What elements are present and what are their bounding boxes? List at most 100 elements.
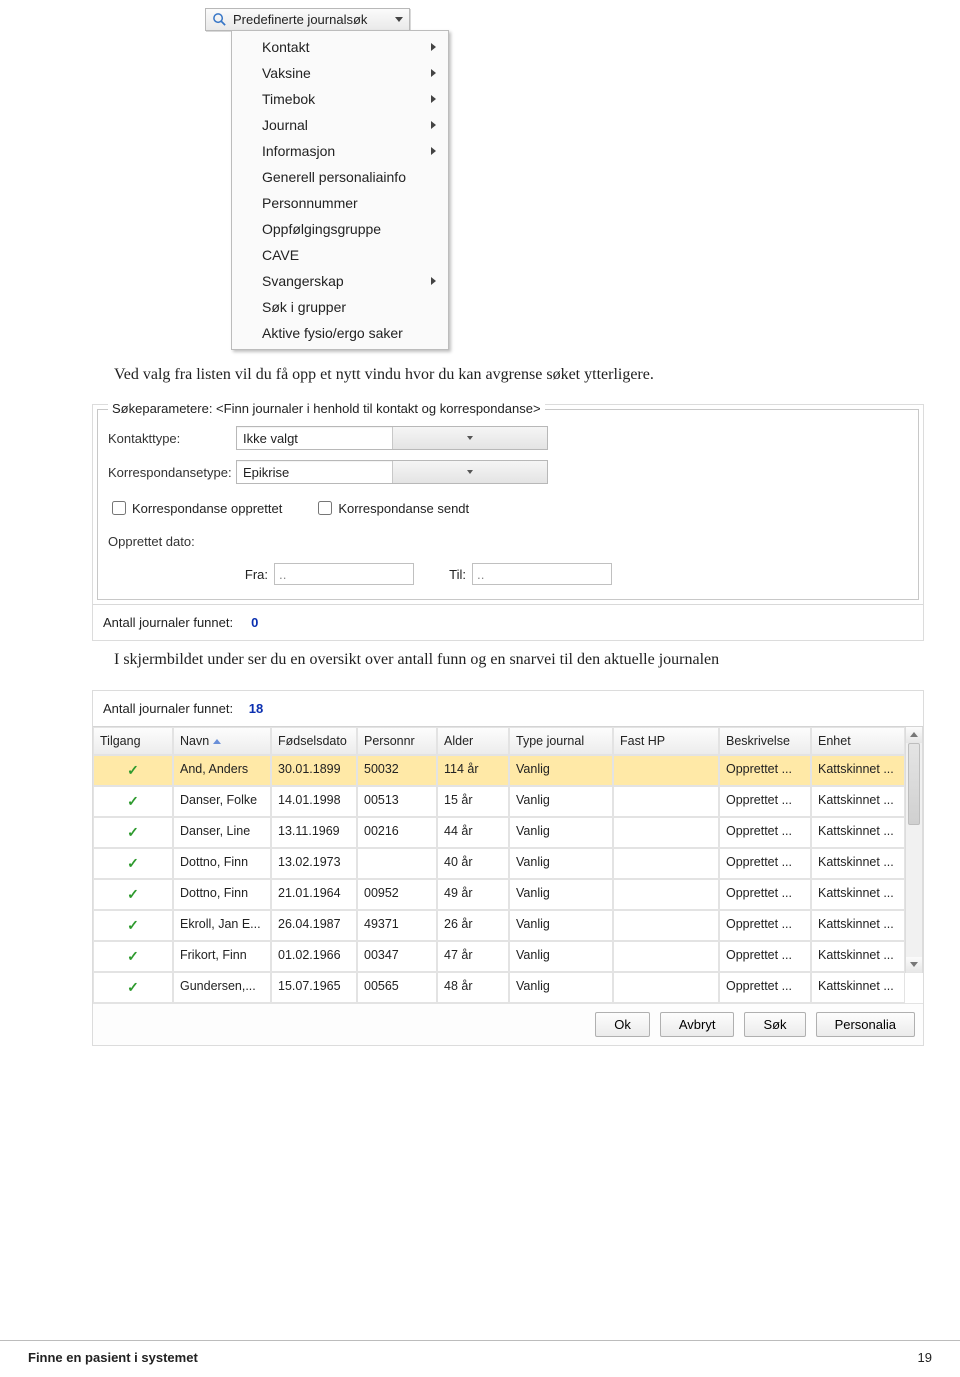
table-cell[interactable]: Ekroll, Jan E... (173, 910, 271, 941)
table-cell[interactable] (613, 972, 719, 1003)
access-check-icon[interactable]: ✓ (93, 910, 173, 941)
personalia-button[interactable]: Personalia (816, 1012, 915, 1037)
vertical-scrollbar[interactable] (905, 727, 923, 973)
table-cell[interactable]: 21.01.1964 (271, 879, 357, 910)
menu-item[interactable]: Kontakt (234, 34, 446, 60)
table-cell[interactable]: 13.02.1973 (271, 848, 357, 879)
table-cell[interactable]: 47 år (437, 941, 509, 972)
table-cell[interactable]: Frikort, Finn (173, 941, 271, 972)
table-cell[interactable]: Opprettet ... (719, 941, 811, 972)
table-cell[interactable]: Kattskinnet ... (811, 879, 905, 910)
menu-item[interactable]: Svangerskap (234, 268, 446, 294)
menu-item[interactable]: Aktive fysio/ergo saker (234, 320, 446, 346)
column-header[interactable]: Navn (173, 727, 271, 755)
table-cell[interactable]: Opprettet ... (719, 848, 811, 879)
table-cell[interactable]: Dottno, Finn (173, 848, 271, 879)
table-cell[interactable]: Kattskinnet ... (811, 941, 905, 972)
cancel-button[interactable]: Avbryt (660, 1012, 735, 1037)
scroll-up-icon[interactable] (906, 727, 922, 743)
table-cell[interactable]: Kattskinnet ... (811, 910, 905, 941)
table-cell[interactable]: 50032 (357, 755, 437, 786)
table-cell[interactable]: 44 år (437, 817, 509, 848)
checkbox-input[interactable] (318, 501, 332, 515)
menu-item[interactable]: Informasjon (234, 138, 446, 164)
table-cell[interactable]: Opprettet ... (719, 755, 811, 786)
table-cell[interactable]: Danser, Folke (173, 786, 271, 817)
menu-item[interactable]: Personnummer (234, 190, 446, 216)
table-cell[interactable]: Dottno, Finn (173, 879, 271, 910)
table-cell[interactable]: 00216 (357, 817, 437, 848)
korrespondansetype-select[interactable]: Epikrise (236, 460, 548, 484)
table-cell[interactable]: 48 år (437, 972, 509, 1003)
table-cell[interactable]: Kattskinnet ... (811, 817, 905, 848)
scroll-down-icon[interactable] (906, 957, 922, 973)
table-cell[interactable]: And, Anders (173, 755, 271, 786)
column-header[interactable]: Type journal (509, 727, 613, 755)
column-header[interactable]: Fødselsdato (271, 727, 357, 755)
table-cell[interactable]: Kattskinnet ... (811, 786, 905, 817)
kontakttype-select[interactable]: Ikke valgt (236, 426, 548, 450)
table-cell[interactable]: 49371 (357, 910, 437, 941)
menu-item[interactable]: Søk i grupper (234, 294, 446, 320)
table-cell[interactable]: Vanlig (509, 786, 613, 817)
table-cell[interactable] (613, 817, 719, 848)
checkbox-input[interactable] (112, 501, 126, 515)
table-cell[interactable] (613, 910, 719, 941)
table-cell[interactable] (613, 848, 719, 879)
table-cell[interactable]: 00952 (357, 879, 437, 910)
table-cell[interactable]: Vanlig (509, 848, 613, 879)
table-cell[interactable]: Vanlig (509, 910, 613, 941)
column-header[interactable]: Beskrivelse (719, 727, 811, 755)
menu-item[interactable]: Oppfølgingsgruppe (234, 216, 446, 242)
ok-button[interactable]: Ok (595, 1012, 650, 1037)
table-cell[interactable]: Vanlig (509, 755, 613, 786)
table-cell[interactable]: Opprettet ... (719, 817, 811, 848)
access-check-icon[interactable]: ✓ (93, 879, 173, 910)
table-cell[interactable]: 26 år (437, 910, 509, 941)
table-cell[interactable]: 49 år (437, 879, 509, 910)
table-cell[interactable]: 14.01.1998 (271, 786, 357, 817)
table-cell[interactable]: Vanlig (509, 941, 613, 972)
access-check-icon[interactable]: ✓ (93, 786, 173, 817)
table-cell[interactable]: 15.07.1965 (271, 972, 357, 1003)
menu-item[interactable]: Generell personaliainfo (234, 164, 446, 190)
column-header[interactable]: Personnr (357, 727, 437, 755)
table-cell[interactable]: Gundersen,... (173, 972, 271, 1003)
checkbox-korrespondanse-sendt[interactable]: Korrespondanse sendt (314, 498, 469, 518)
column-header[interactable]: Enhet (811, 727, 905, 755)
table-cell[interactable]: 26.04.1987 (271, 910, 357, 941)
menu-item[interactable]: Timebok (234, 86, 446, 112)
table-cell[interactable]: Vanlig (509, 879, 613, 910)
menu-item[interactable]: Vaksine (234, 60, 446, 86)
table-cell[interactable]: Opprettet ... (719, 879, 811, 910)
table-cell[interactable]: Opprettet ... (719, 910, 811, 941)
table-cell[interactable]: 00565 (357, 972, 437, 1003)
table-cell[interactable] (613, 879, 719, 910)
table-cell[interactable]: Kattskinnet ... (811, 972, 905, 1003)
table-cell[interactable] (613, 786, 719, 817)
table-cell[interactable]: 13.11.1969 (271, 817, 357, 848)
column-header[interactable]: Alder (437, 727, 509, 755)
checkbox-korrespondanse-opprettet[interactable]: Korrespondanse opprettet (108, 498, 282, 518)
column-header[interactable]: Fast HP (613, 727, 719, 755)
table-cell[interactable]: 40 år (437, 848, 509, 879)
table-cell[interactable]: 01.02.1966 (271, 941, 357, 972)
search-button[interactable]: Søk (744, 1012, 805, 1037)
table-cell[interactable]: Kattskinnet ... (811, 848, 905, 879)
table-cell[interactable]: Vanlig (509, 817, 613, 848)
access-check-icon[interactable]: ✓ (93, 941, 173, 972)
table-cell[interactable]: Danser, Line (173, 817, 271, 848)
access-check-icon[interactable]: ✓ (93, 755, 173, 786)
fra-date-input[interactable] (274, 563, 414, 585)
menu-item[interactable]: Journal (234, 112, 446, 138)
dropdown-button[interactable]: Predefinerte journalsøk (205, 8, 410, 31)
table-cell[interactable]: Vanlig (509, 972, 613, 1003)
scroll-thumb[interactable] (908, 743, 920, 825)
table-cell[interactable]: 30.01.1899 (271, 755, 357, 786)
table-cell[interactable]: Opprettet ... (719, 786, 811, 817)
access-check-icon[interactable]: ✓ (93, 848, 173, 879)
table-cell[interactable] (613, 941, 719, 972)
menu-item[interactable]: CAVE (234, 242, 446, 268)
table-cell[interactable]: Opprettet ... (719, 972, 811, 1003)
table-cell[interactable] (613, 755, 719, 786)
